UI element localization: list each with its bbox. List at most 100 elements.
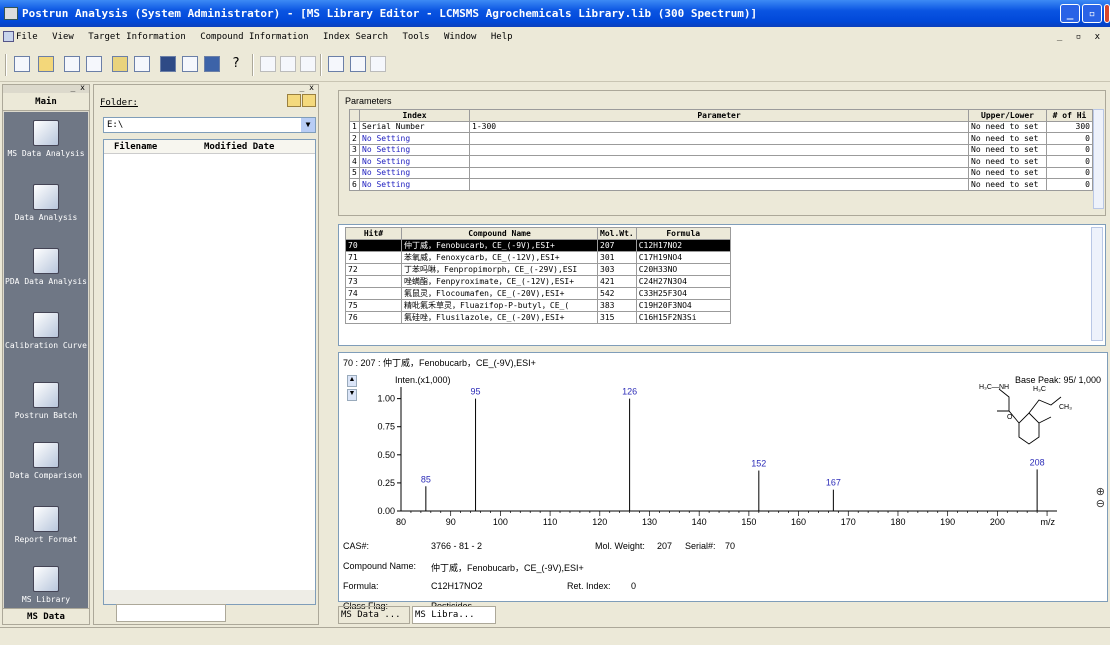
col-formula[interactable]: Formula	[635, 227, 731, 240]
toolbar: ?	[0, 48, 1110, 82]
hit-row-selected[interactable]: 70 仲丁威，Fenobucarb，CE_(-9V),ESI+ 207 C12H17N…	[345, 238, 731, 252]
menu-help[interactable]: Help	[491, 32, 513, 42]
menu-bar: File View Target Information Compound In…	[0, 27, 1110, 47]
parameter-row[interactable]: 2 No Setting No need to set 0	[349, 132, 1093, 145]
file-list[interactable]: Filename Modified Date	[103, 139, 316, 605]
print-icon[interactable]	[64, 56, 80, 72]
close-button[interactable]	[1104, 4, 1110, 23]
col-index[interactable]: Index	[359, 109, 470, 122]
y-tick-label: 0.50	[377, 450, 395, 460]
mol-weight-label: Mol. Weight:	[595, 541, 645, 551]
tab-ms-library[interactable]: MS Libra...	[412, 606, 496, 624]
new-folder-icon[interactable]	[302, 94, 316, 107]
parameter-row[interactable]: 3 No Setting No need to set 0	[349, 143, 1093, 156]
menu-target-information[interactable]: Target Information	[88, 32, 186, 42]
svg-text:O: O	[1007, 414, 1013, 421]
maximize-button[interactable]: ▫	[1082, 4, 1102, 23]
parameters-group: Parameters Index Parameter Upper/Lower #…	[338, 90, 1106, 216]
folder-select[interactable]: E:\ ▼	[103, 117, 316, 133]
nav-footer[interactable]: MS Data	[3, 608, 89, 624]
document-icon[interactable]	[3, 31, 14, 42]
menu-compound-information[interactable]: Compound Information	[200, 32, 308, 42]
list-icon[interactable]	[300, 56, 316, 72]
app-icon	[4, 7, 18, 20]
col-modified-date[interactable]: Modified Date	[204, 140, 274, 154]
col-hit[interactable]: Hit#	[345, 227, 402, 240]
minimize-button[interactable]: _	[1060, 4, 1080, 23]
ms-data-analysis-icon	[33, 120, 59, 146]
nav-pda-data-analysis[interactable]: PDA Data Analysis	[4, 248, 88, 286]
peak-label: 208	[1030, 457, 1045, 467]
x-tick-label: 180	[890, 517, 905, 527]
formula-value: C12H17NO2	[431, 581, 483, 591]
calibration-curve-icon	[33, 312, 59, 338]
x-tick-label: 140	[692, 517, 707, 527]
x-tick-label: 120	[592, 517, 607, 527]
col-filename[interactable]: Filename	[114, 140, 157, 154]
hit-row[interactable]: 73 唑螨酯，Fenpyroximate，CE_(-12V),ESI+ 421 C24…	[345, 274, 731, 288]
parameters-scrollbar[interactable]	[1093, 109, 1104, 209]
nav-data-comparison[interactable]: Data Comparison	[4, 442, 88, 480]
cas-label: CAS#:	[343, 541, 370, 551]
mol-weight-value: 207	[657, 541, 673, 551]
structure-drawing: O H₃C—NH H₃C CH₃	[979, 384, 1072, 445]
comment-icon[interactable]	[280, 56, 296, 72]
layout-icon[interactable]	[160, 56, 176, 72]
compound-value: 仲丁威，Fenobucarb，CE_(-9V),ESI+	[431, 563, 584, 573]
spectrum-panel: 70 : 207 : 仲丁威，Fenobucarb，CE_(-9V),ESI+ …	[338, 352, 1108, 611]
parameter-row[interactable]: 4 No Setting No need to set 0	[349, 155, 1093, 168]
folder-up-icon[interactable]	[287, 94, 301, 107]
svg-text:H₃C—NH: H₃C—NH	[979, 384, 1009, 391]
file-view-tabs[interactable]	[116, 604, 226, 622]
nav-ms-data-analysis[interactable]: MS Data Analysis	[4, 120, 88, 158]
col-compound-name[interactable]: Compound Name	[401, 227, 598, 240]
col-parameter[interactable]: Parameter	[469, 109, 969, 122]
open-icon[interactable]	[38, 56, 54, 72]
hit-row[interactable]: 71 苯氧威，Fenoxycarb，CE_(-12V),ESI+ 301 C17H19…	[345, 250, 731, 264]
x-axis-label: m/z	[1041, 517, 1056, 527]
nav-postrun-batch[interactable]: Postrun Batch	[4, 382, 88, 420]
parameter-row[interactable]: 1 Serial Number 1-300 No need to set 300	[349, 120, 1093, 133]
hit-row[interactable]: 74 氟鼠灵，Flocoumafen，CE_(-20V),ESI+ 542 C33H2…	[345, 286, 731, 300]
nav-report-format[interactable]: Report Format	[4, 506, 88, 544]
cas-value: 3766 - 81 - 2	[431, 541, 483, 551]
copy-icon[interactable]	[112, 56, 128, 72]
nav-ms-library[interactable]: MS Library	[4, 566, 88, 604]
menu-tools[interactable]: Tools	[402, 32, 429, 42]
table-icon[interactable]	[182, 56, 198, 72]
compare-disabled-icon[interactable]	[370, 56, 386, 72]
hit-row[interactable]: 72 丁苯吗啉，Fenpropimorph，CE_(-29V),ESI 303 C20…	[345, 262, 731, 276]
pane-close-icon[interactable]: _ x	[300, 83, 314, 92]
col-hits[interactable]: # of Hi	[1046, 109, 1093, 122]
parameter-row[interactable]: 6 No Setting No need to set 0	[349, 178, 1093, 191]
nav-data-analysis[interactable]: Data Analysis	[4, 184, 88, 222]
col-mol-wt[interactable]: Mol.Wt.	[597, 227, 637, 240]
pane-close-icon[interactable]: _ x	[71, 83, 85, 92]
formula-label: Formula:	[343, 581, 379, 591]
horizontal-scrollbar[interactable]	[104, 590, 315, 604]
y-tick-label: 0.00	[377, 506, 395, 516]
menu-view[interactable]: View	[52, 32, 74, 42]
save-icon[interactable]	[204, 56, 220, 72]
paste-icon[interactable]	[134, 56, 150, 72]
tab-ms-data[interactable]: MS Data ...	[338, 606, 410, 624]
hit-row[interactable]: 76 氟硅唑，Flusilazole，CE_(-20V),ESI+ 315 C16H1…	[345, 310, 731, 324]
parameter-row[interactable]: 5 No Setting No need to set 0	[349, 166, 1093, 179]
nav-calibration-curve[interactable]: Calibration Curve	[4, 312, 88, 350]
y-tick-label: 0.25	[377, 478, 395, 488]
menu-window[interactable]: Window	[444, 32, 477, 42]
search-icon[interactable]	[260, 56, 276, 72]
compare-icon[interactable]	[350, 56, 366, 72]
print-preview-icon[interactable]	[86, 56, 102, 72]
chevron-down-icon[interactable]: ▼	[301, 118, 315, 132]
postrun-batch-icon	[33, 382, 59, 408]
help-icon[interactable]: ?	[232, 56, 240, 71]
hit-row[interactable]: 75 精吡氟禾草灵，Fluazifop-P-butyl，CE_(383 C19H20…	[345, 298, 731, 312]
menu-index-search[interactable]: Index Search	[323, 32, 388, 42]
find-icon[interactable]	[328, 56, 344, 72]
menu-file[interactable]: File	[16, 32, 38, 42]
hit-list-scrollbar[interactable]	[1091, 227, 1103, 341]
new-icon[interactable]	[14, 56, 30, 72]
mdi-window-controls[interactable]: _ ▫ x	[1057, 27, 1104, 47]
col-upper-lower[interactable]: Upper/Lower	[968, 109, 1047, 122]
